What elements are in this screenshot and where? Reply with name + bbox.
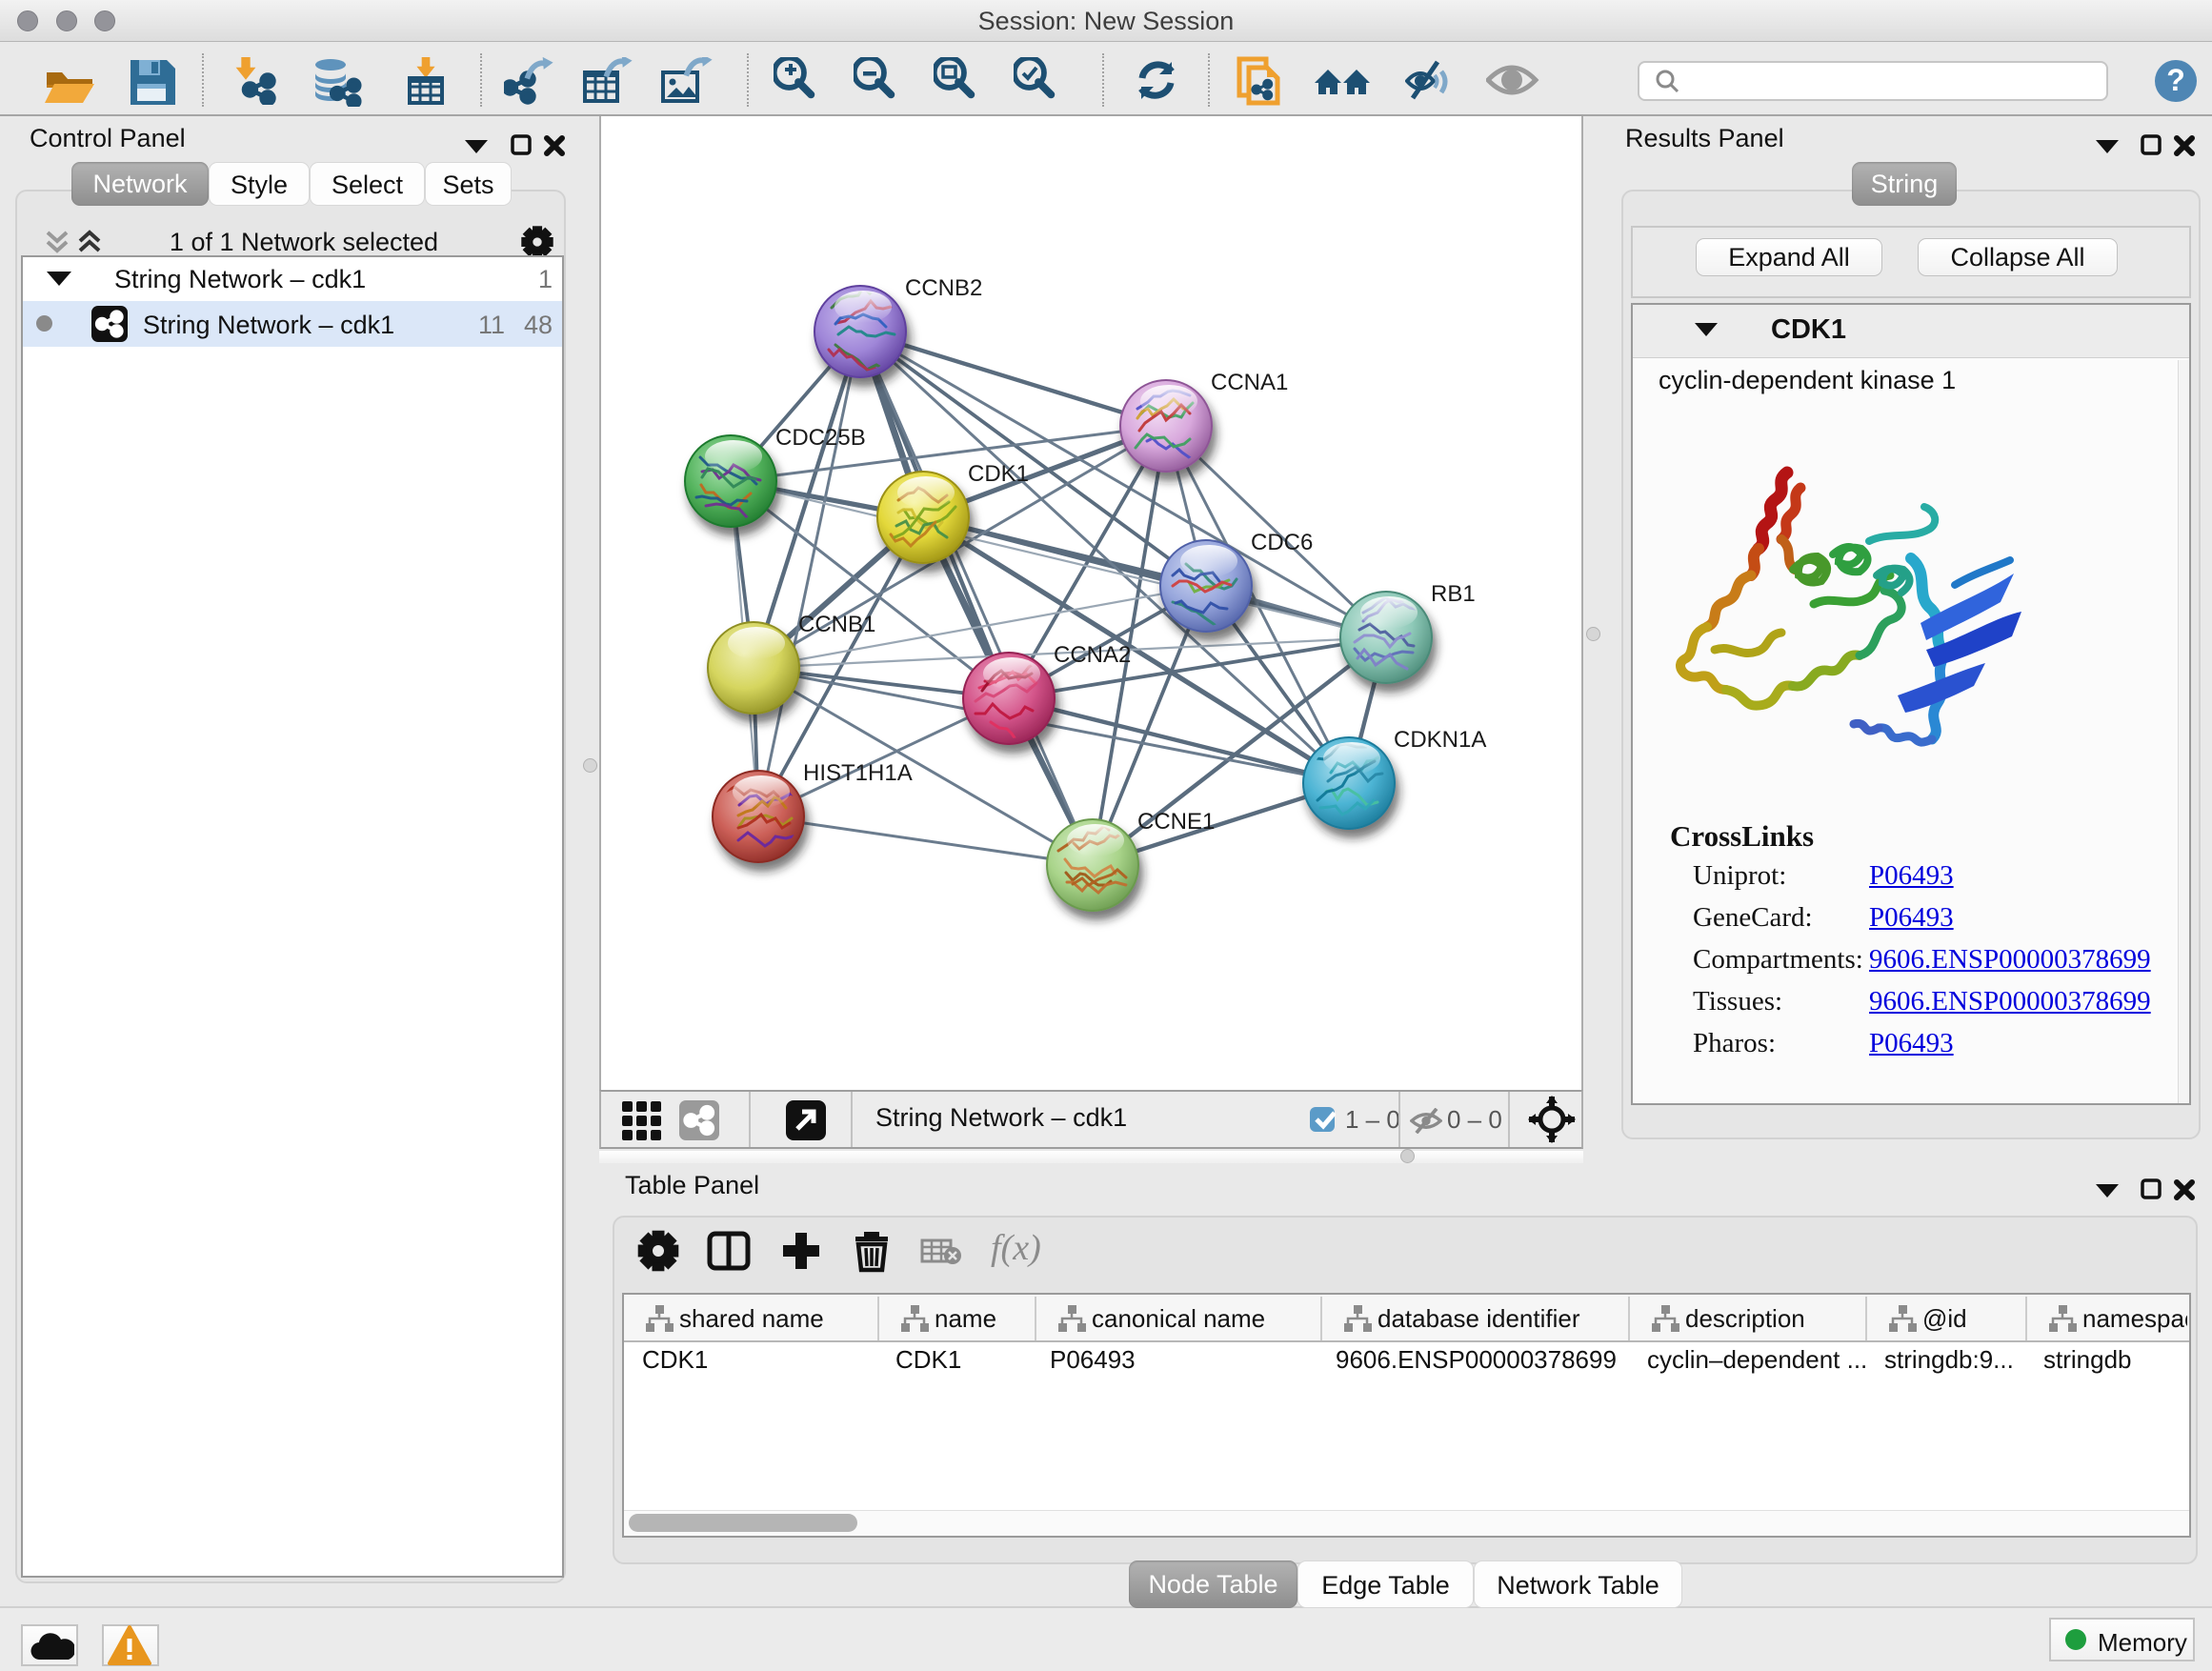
svg-text:RB1: RB1 xyxy=(1431,581,1476,607)
svg-text:CDC25B: CDC25B xyxy=(775,425,866,451)
svg-text:CCNA1: CCNA1 xyxy=(1211,370,1288,395)
svg-text:CDC6: CDC6 xyxy=(1251,530,1313,555)
svg-text:CCNE1: CCNE1 xyxy=(1137,809,1215,835)
svg-text:CDKN1A: CDKN1A xyxy=(1394,727,1486,753)
svg-text:CCNA2: CCNA2 xyxy=(1054,642,1131,668)
svg-text:?: ? xyxy=(2166,63,2185,97)
svg-text:CCNB1: CCNB1 xyxy=(798,612,875,637)
svg-text:HIST1H1A: HIST1H1A xyxy=(803,760,913,786)
svg-text:CCNB2: CCNB2 xyxy=(905,275,982,301)
svg-text:CDK1: CDK1 xyxy=(968,461,1029,487)
